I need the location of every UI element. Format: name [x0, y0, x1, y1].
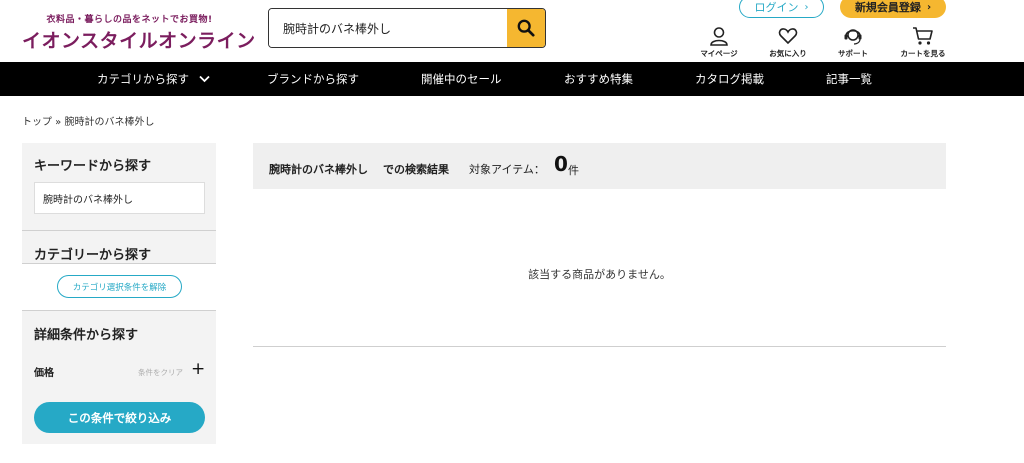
- search-box: [268, 8, 546, 48]
- divider: [22, 310, 216, 311]
- site-logo[interactable]: 衣料品・暮らしの品をネットでお買物! イオンスタイルオンライン: [22, 12, 256, 53]
- cart-label: カートを見る: [900, 49, 946, 58]
- user-icon: [710, 27, 728, 46]
- filter-sidebar: キーワードから探す カテゴリーから探す カテゴリ選択条件を解除 詳細条件から探す…: [22, 143, 216, 444]
- heart-icon: [778, 28, 798, 45]
- divider: [253, 346, 946, 347]
- search-button[interactable]: [507, 9, 545, 47]
- clear-category-button[interactable]: カテゴリ選択条件を解除: [57, 275, 182, 298]
- apply-filter-button[interactable]: この条件で絞り込み: [34, 402, 205, 433]
- cart-icon: [913, 27, 933, 45]
- mypage-label: マイページ: [700, 49, 738, 58]
- nav-item-catalog[interactable]: カタログ掲載: [695, 62, 764, 96]
- logo-name: イオンスタイルオンライン: [22, 30, 256, 52]
- chevron-down-icon: [199, 75, 210, 83]
- register-label: 新規会員登録: [854, 1, 921, 14]
- cart-link[interactable]: カートを見る: [893, 26, 953, 59]
- result-suffix: での検索結果: [383, 163, 449, 176]
- global-nav: カテゴリから探す ブランドから探す 開催中のセール おすすめ特集 カタログ掲載 …: [0, 62, 1024, 96]
- support-label: サポート: [838, 49, 868, 58]
- logo-tagline: 衣料品・暮らしの品をネットでお買物!: [46, 15, 213, 25]
- keyword-heading: キーワードから探す: [34, 159, 152, 174]
- login-label: ログイン: [754, 1, 799, 14]
- search-icon: [517, 19, 535, 37]
- nav-item-category[interactable]: カテゴリから探す: [97, 62, 210, 96]
- support-link[interactable]: サポート: [823, 26, 883, 59]
- nav-item-brand[interactable]: ブランドから探す: [267, 62, 359, 96]
- headset-icon: [844, 29, 862, 45]
- detail-heading: 詳細条件から探す: [34, 328, 139, 343]
- login-button[interactable]: ログイン ›: [739, 0, 824, 18]
- price-label: 価格: [34, 368, 54, 379]
- chevron-right-icon: ›: [926, 1, 932, 13]
- empty-results-message: 該当する商品がありません。: [528, 268, 671, 281]
- plus-icon[interactable]: +: [191, 361, 205, 378]
- favorites-label: お気に入り: [769, 49, 807, 58]
- result-summary-bar: 腕時計のバネ棒外し での検索結果 対象アイテム： 0 件: [253, 143, 946, 189]
- mypage-link[interactable]: マイページ: [689, 26, 749, 59]
- keyword-input[interactable]: [34, 182, 205, 214]
- nav-item-label: カテゴリから探す: [97, 72, 189, 86]
- breadcrumb[interactable]: トップ » 腕時計のバネ棒外し: [22, 113, 154, 128]
- search-input[interactable]: [269, 9, 507, 47]
- result-query: 腕時計のバネ棒外し: [269, 163, 368, 176]
- result-count: 0: [554, 152, 568, 176]
- category-heading: カテゴリーから探す: [34, 248, 152, 263]
- result-count-unit: 件: [568, 164, 579, 177]
- nav-item-articles[interactable]: 記事一覧: [826, 62, 872, 96]
- favorites-link[interactable]: お気に入り: [758, 26, 818, 59]
- register-button[interactable]: 新規会員登録 ›: [840, 0, 946, 18]
- chevron-right-icon: ›: [804, 1, 809, 13]
- clear-condition-link[interactable]: 条件をクリア: [138, 367, 183, 378]
- nav-item-feature[interactable]: おすすめ特集: [564, 62, 633, 96]
- result-target-label: 対象アイテム：: [469, 163, 545, 176]
- divider: [22, 230, 216, 231]
- nav-item-sale[interactable]: 開催中のセール: [421, 62, 502, 96]
